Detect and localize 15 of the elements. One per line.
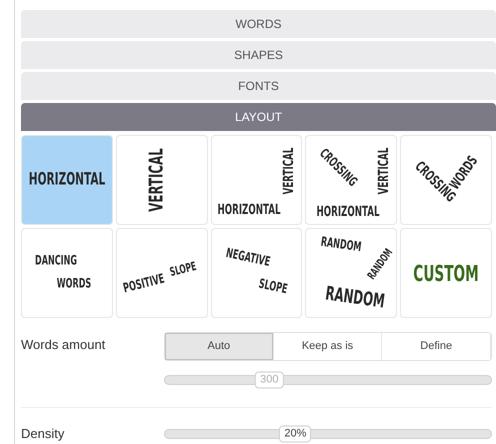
segment-option[interactable]: Auto — [165, 333, 274, 360]
slider-thumb[interactable]: 20% — [279, 425, 312, 442]
layout-option[interactable]: VERTICAL — [116, 135, 208, 225]
layout-option[interactable]: NEGATIVE SLOPE — [210, 228, 302, 318]
layout-option[interactable]: CUSTOM — [400, 228, 492, 318]
layout-option[interactable]: POSITIVE SLOPE — [116, 228, 208, 318]
density-label: Density — [21, 425, 66, 443]
layout-option[interactable]: HORIZONTAL VERTICAL — [210, 135, 302, 225]
section-tab[interactable]: LAYOUT — [21, 103, 496, 131]
layout-option[interactable]: DANCING WORDS — [21, 228, 113, 318]
section-tab[interactable]: FONTS — [21, 72, 496, 100]
section-tab[interactable]: SHAPES — [21, 41, 496, 69]
section-tab[interactable]: WORDS — [21, 10, 496, 38]
words-amount-label: Words amount — [21, 336, 106, 354]
layout-option[interactable]: HORIZONTAL — [21, 135, 113, 225]
